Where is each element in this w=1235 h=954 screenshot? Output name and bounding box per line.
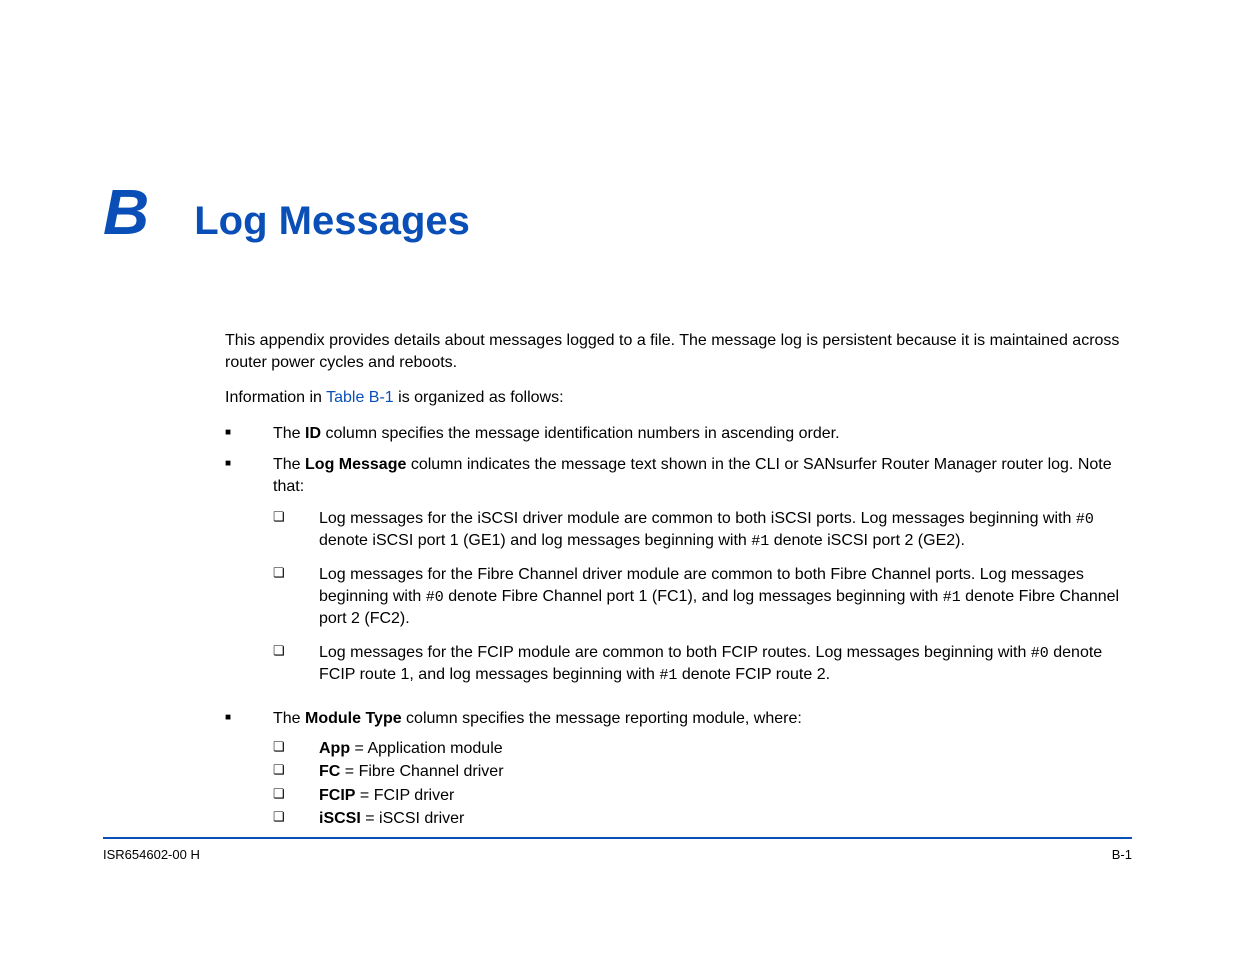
p2-post: is organized as follows: xyxy=(394,389,564,406)
b3s1r: = Application module xyxy=(350,740,503,757)
bullet-module-type: ■ The Module Type column specifies the m… xyxy=(225,708,1130,832)
doc-id: ISR654602-00 H xyxy=(103,847,200,862)
sub-bullet-iscsi: ❏ Log messages for the iSCSI driver modu… xyxy=(273,508,1130,553)
footer-rule xyxy=(103,837,1132,839)
appendix-title: Log Messages xyxy=(194,199,470,244)
b2s1c: denote iSCSI port 2 (GE2). xyxy=(769,532,965,549)
heading: B Log Messages xyxy=(103,180,470,244)
b3-bold: Module Type xyxy=(305,710,402,727)
b2s2c2: #1 xyxy=(943,589,961,606)
b3s2r: = Fibre Channel driver xyxy=(340,763,503,780)
hollow-square-icon: ❏ xyxy=(273,785,319,807)
b3s4b: iSCSI xyxy=(319,810,361,827)
page-number: B-1 xyxy=(1112,847,1132,862)
content-area: This appendix provides details about mes… xyxy=(225,330,1130,842)
footer-row: ISR654602-00 H B-1 xyxy=(103,847,1132,862)
b3s3b: FCIP xyxy=(319,787,355,804)
info-paragraph: Information in Table B-1 is organized as… xyxy=(225,387,1130,409)
square-bullet-icon: ■ xyxy=(225,708,273,832)
b2s3c: denote FCIP route 2. xyxy=(677,666,830,683)
sub-bullet-fc: ❏ Log messages for the Fibre Channel dri… xyxy=(273,564,1130,629)
b2-bold: Log Message xyxy=(305,456,406,473)
b2s1c2: #1 xyxy=(751,533,769,550)
hollow-square-icon: ❏ xyxy=(273,564,319,629)
b2s1c1: #0 xyxy=(1076,511,1094,528)
b2s2b: denote Fibre Channel port 1 (FC1), and l… xyxy=(444,588,943,605)
hollow-square-icon: ❏ xyxy=(273,761,319,783)
b1-pre: The xyxy=(273,425,305,442)
b3-post: column specifies the message reporting m… xyxy=(402,710,802,727)
hollow-square-icon: ❏ xyxy=(273,508,319,553)
p2-pre: Information in xyxy=(225,389,326,406)
b1-bold: ID xyxy=(305,425,321,442)
bullet-log-message: ■ The Log Message column indicates the m… xyxy=(225,454,1130,698)
sub-bullet-fcip-def: ❏ FCIP = FCIP driver xyxy=(273,785,1130,807)
sub-bullet-app: ❏ App = Application module xyxy=(273,738,1130,760)
b3s3r: = FCIP driver xyxy=(355,787,454,804)
b3s1b: App xyxy=(319,740,350,757)
sub-bullet-iscsi-def: ❏ iSCSI = iSCSI driver xyxy=(273,808,1130,830)
page: B Log Messages This appendix provides de… xyxy=(0,0,1235,954)
sub-bullet-fc-def: ❏ FC = Fibre Channel driver xyxy=(273,761,1130,783)
bullet-id: ■ The ID column specifies the message id… xyxy=(225,423,1130,445)
intro-paragraph: This appendix provides details about mes… xyxy=(225,330,1130,373)
b2s3a: Log messages for the FCIP module are com… xyxy=(319,644,1031,661)
b3s4r: = iSCSI driver xyxy=(361,810,465,827)
hollow-square-icon: ❏ xyxy=(273,738,319,760)
square-bullet-icon: ■ xyxy=(225,423,273,445)
appendix-letter: B xyxy=(103,180,149,244)
hollow-square-icon: ❏ xyxy=(273,808,319,830)
b3-pre: The xyxy=(273,710,305,727)
b1-post: column specifies the message identificat… xyxy=(321,425,840,442)
footer: ISR654602-00 H B-1 xyxy=(103,837,1132,862)
b2s1b: denote iSCSI port 1 (GE1) and log messag… xyxy=(319,532,751,549)
b2s3c2: #1 xyxy=(659,667,677,684)
b2s3c1: #0 xyxy=(1031,645,1049,662)
hollow-square-icon: ❏ xyxy=(273,642,319,687)
sub-bullet-fcip: ❏ Log messages for the FCIP module are c… xyxy=(273,642,1130,687)
b2s2c1: #0 xyxy=(426,589,444,606)
b2s1a: Log messages for the iSCSI driver module… xyxy=(319,510,1076,527)
b3s2b: FC xyxy=(319,763,340,780)
table-link[interactable]: Table B-1 xyxy=(326,389,394,406)
square-bullet-icon: ■ xyxy=(225,454,273,698)
b2-pre: The xyxy=(273,456,305,473)
